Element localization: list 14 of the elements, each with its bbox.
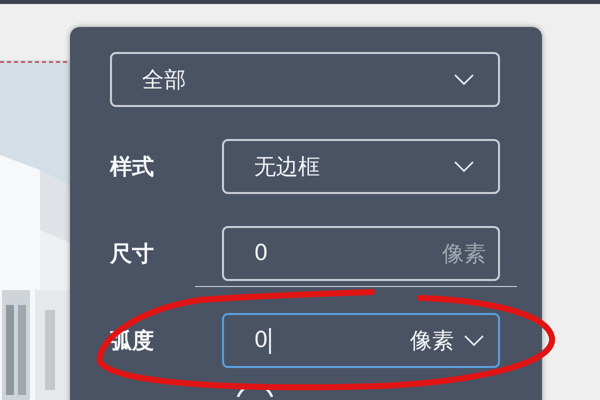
field-value: 0 [254, 328, 268, 353]
unit-label: 像素 [410, 328, 454, 356]
unit-label: 像素 [442, 240, 486, 268]
field-label: 样式 [110, 154, 155, 182]
input-field[interactable]: 0 像素 [222, 226, 500, 281]
field-label: 尺寸 [110, 240, 155, 268]
text-cursor [269, 328, 271, 354]
chevron-down-icon [464, 334, 484, 346]
chevron-down-icon [454, 160, 474, 172]
style-dropdown[interactable]: 无边框 [222, 139, 500, 194]
input-field[interactable]: 0 像素 [222, 313, 500, 368]
field-value: 0 [254, 241, 268, 266]
scope-dropdown[interactable]: 全部 [110, 52, 500, 107]
chevron-down-icon [454, 74, 474, 86]
